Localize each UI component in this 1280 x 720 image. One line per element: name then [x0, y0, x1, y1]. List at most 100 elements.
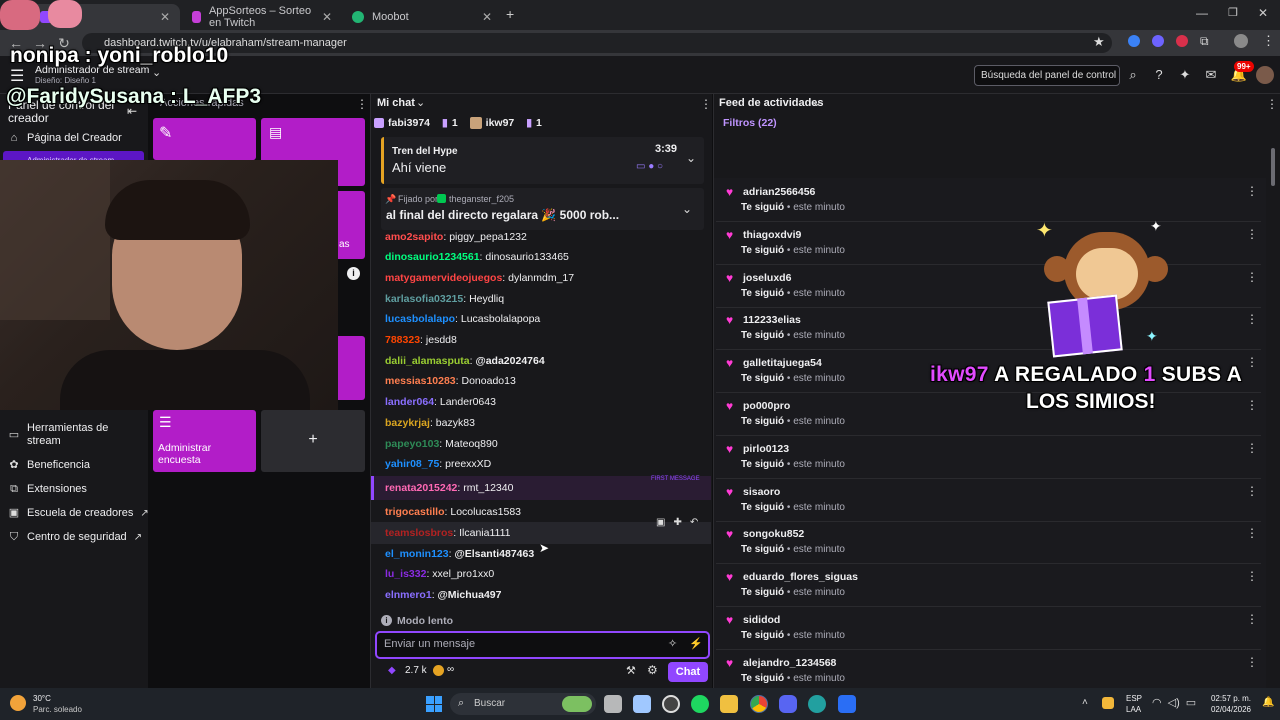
sidebar-item-safety-center[interactable]: ⛉ Centro de seguridad ↗	[8, 531, 142, 543]
chat-message[interactable]: amo2sapito: piggy_pepa1232	[385, 229, 527, 245]
task-view-icon[interactable]	[604, 695, 622, 713]
chat-username[interactable]: dinosaurio1234561	[385, 251, 480, 263]
chat-message[interactable]: yahir08_75: preexxXD	[385, 456, 491, 472]
kebab-menu-icon[interactable]: ⋮	[1246, 355, 1258, 369]
activity-feed-row[interactable]: ♥ thiagoxdvi9 Te siguió • este minuto ⋮	[716, 223, 1261, 265]
mod-tools-icon[interactable]: ⚒	[626, 664, 636, 677]
browser-tab-appsorteos[interactable]: AppSorteos – Sorteo en Twitch ✕	[182, 4, 342, 30]
kebab-menu-icon[interactable]: ⋮	[1246, 227, 1258, 241]
chat-send-button[interactable]: Chat	[668, 662, 708, 682]
activity-feed-row[interactable]: ♥ pirlo0123 Te siguió • este minuto ⋮	[716, 437, 1261, 479]
leaderboard-user[interactable]: ikw97	[486, 117, 515, 129]
follower-name[interactable]: po000pro	[743, 400, 790, 412]
chat-username[interactable]: lu_is332	[385, 568, 426, 580]
chat-message[interactable]: elnmero1: @Michua497	[385, 587, 501, 603]
follower-name[interactable]: eduardo_flores_siguas	[743, 571, 858, 583]
extension-icon[interactable]	[1128, 35, 1140, 47]
chat-message[interactable]: bazykrjaj: bazyk83	[385, 415, 475, 431]
chat-message[interactable]: papeyo103: Mateoq890	[385, 436, 498, 452]
chat-message[interactable]: 788323: jesdd8	[385, 332, 457, 348]
follower-name[interactable]: 112233elias	[743, 314, 801, 326]
activity-feed-row[interactable]: ♥ sisaoro Te siguió • este minuto ⋮	[716, 480, 1261, 522]
chat-message[interactable]: matygamervideojuegos: dylanmdm_17	[385, 270, 574, 286]
search-icon[interactable]: ⌕	[1124, 66, 1142, 84]
user-avatar[interactable]	[1256, 66, 1274, 84]
chat-username[interactable]: teamslosbros	[385, 527, 453, 539]
weather-sun-icon[interactable]	[10, 695, 26, 711]
chevron-down-icon[interactable]: ⌄	[812, 96, 821, 109]
follower-name[interactable]: pirlo0123	[743, 443, 789, 455]
notifications-bell-icon[interactable]: 🔔	[1262, 697, 1274, 708]
follower-name[interactable]: alejandro_1234568	[743, 657, 836, 669]
pin-icon[interactable]: ✚	[673, 517, 681, 528]
activity-feed-row[interactable]: ♥ joseluxd6 Te siguió • este minuto ⋮	[716, 266, 1261, 308]
info-icon[interactable]: i	[347, 267, 360, 280]
chat-username[interactable]: papeyo103	[385, 438, 439, 450]
pinned-message[interactable]: 📌 Fijado por theganster_f205 al final de…	[381, 188, 704, 230]
help-icon[interactable]: ?	[1150, 66, 1168, 84]
file-explorer-icon[interactable]	[720, 695, 738, 713]
discord-icon[interactable]	[779, 695, 797, 713]
kebab-menu-icon[interactable]: ⋮	[1246, 526, 1258, 540]
kebab-menu-icon[interactable]: ⋮	[1246, 398, 1258, 412]
activity-feed-row[interactable]: ♥ sididod Te siguió • este minuto ⋮	[716, 608, 1261, 650]
chevron-down-icon[interactable]: ⌄	[686, 151, 696, 165]
chat-username[interactable]: bazykrjaj	[385, 417, 430, 429]
follower-name[interactable]: galletitajuega54	[743, 357, 822, 369]
hamburger-menu-icon[interactable]: ☰	[10, 66, 24, 86]
browser-tab-moobot[interactable]: Moobot ✕	[342, 4, 502, 30]
chat-username[interactable]: lander064	[385, 396, 434, 408]
kebab-menu-icon[interactable]: ⋮	[1246, 484, 1258, 498]
chrome-icon[interactable]	[750, 695, 768, 713]
quick-action-edit-stream[interactable]: ✎	[153, 118, 256, 160]
app-icon[interactable]	[808, 695, 826, 713]
chat-message[interactable]: lucasbolalapo: Lucasbolalapopa	[385, 311, 540, 327]
close-icon[interactable]: ✕	[482, 10, 492, 24]
activity-feed-row[interactable]: ♥ adrian2566456 Te siguió • este minuto ⋮	[716, 180, 1261, 222]
settings-gear-icon[interactable]: ⚙	[647, 663, 658, 677]
language-indicator[interactable]: ESP	[1126, 694, 1142, 703]
chat-message[interactable]: lander064: Lander0643	[385, 394, 496, 410]
profile-avatar[interactable]	[1234, 34, 1248, 48]
url-field[interactable]: dashboard.twitch.tv/u/elabraham/stream-m…	[82, 33, 1112, 53]
new-tab-button[interactable]: +	[506, 6, 514, 22]
tray-app-icon[interactable]	[1102, 697, 1114, 709]
sparkle-icon[interactable]: ✦	[1176, 66, 1194, 84]
reply-icon[interactable]: ↶	[690, 517, 698, 528]
clock-time[interactable]: 02:57 p. m.	[1209, 694, 1251, 703]
bits-icon[interactable]: ⚡	[689, 637, 703, 650]
extension-icon[interactable]	[1176, 35, 1188, 47]
bookmark-star-icon[interactable]: ★	[1093, 34, 1105, 50]
close-icon[interactable]: ✕	[322, 10, 332, 24]
follower-name[interactable]: sisaoro	[743, 486, 780, 498]
quick-action-manage-poll[interactable]: ☰ Administrar encuesta	[153, 410, 256, 472]
copy-icon[interactable]: ▣	[656, 517, 665, 528]
dashboard-search-input[interactable]: Búsqueda del panel de control	[974, 65, 1120, 86]
sidebar-item-stream-tools[interactable]: ▭ Herramientas de stream	[8, 422, 138, 448]
activity-feed-row[interactable]: ♥ songoku852 Te siguió • este minuto ⋮	[716, 522, 1261, 565]
inbox-icon[interactable]: ✉	[1202, 66, 1220, 84]
windows-start-icon[interactable]	[426, 696, 442, 712]
app-icon[interactable]	[838, 695, 856, 713]
follower-name[interactable]: adrian2566456	[743, 186, 815, 198]
chat-message[interactable]: messias10283: Donoado13	[385, 373, 516, 389]
chat-username[interactable]: dalii_alamasputa	[385, 355, 470, 367]
extension-icon[interactable]	[1152, 35, 1164, 47]
sidebar-item-extensions[interactable]: ⧉ Extensiones	[8, 483, 87, 495]
kebab-menu-icon[interactable]: ⋮	[1246, 612, 1258, 626]
kebab-menu-icon[interactable]: ⋮	[700, 97, 712, 111]
chat-username[interactable]: trigocastillo	[385, 506, 445, 518]
chat-username[interactable]: karlasofia03215	[385, 293, 463, 305]
feed-scrollbar[interactable]	[1271, 148, 1275, 186]
follower-name[interactable]: sididod	[743, 614, 780, 626]
kebab-menu-icon[interactable]: ⋮	[1246, 441, 1258, 455]
follower-name[interactable]: joseluxd6	[743, 272, 791, 284]
chevron-down-icon[interactable]: ⌄	[682, 202, 692, 216]
chat-username[interactable]: 788323	[385, 334, 420, 346]
chat-message[interactable]: lu_is332: xxel_pro1xx0	[385, 566, 494, 582]
activity-feed-row[interactable]: ♥ eduardo_flores_siguas Te siguió • este m…	[716, 565, 1261, 608]
sidebar-item-creator-school[interactable]: ▣ Escuela de creadores ↗	[8, 507, 149, 519]
chat-username[interactable]: matygamervideojuegos	[385, 272, 502, 284]
follower-name[interactable]: songoku852	[743, 528, 804, 540]
kebab-menu-icon[interactable]: ⋮	[1246, 270, 1258, 284]
